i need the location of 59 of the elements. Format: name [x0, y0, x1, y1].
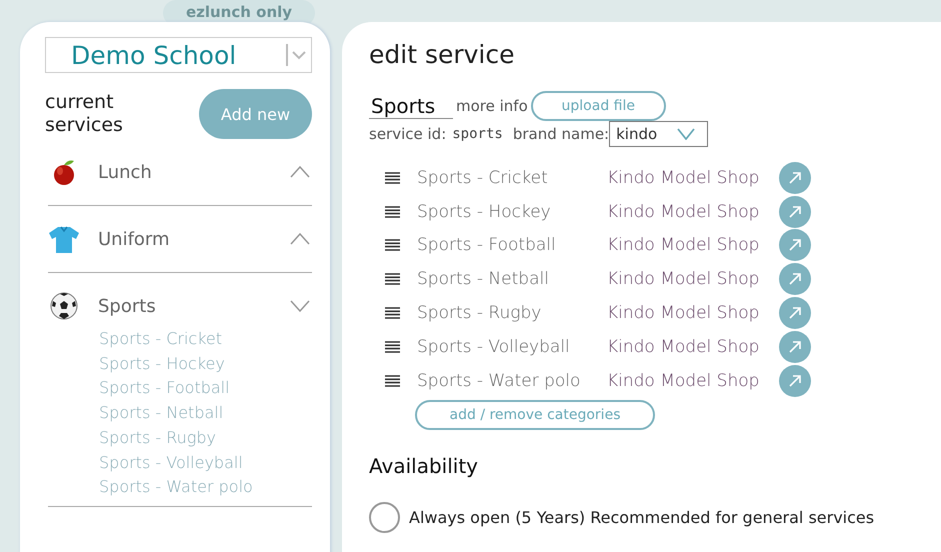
chevron-down-icon [677, 128, 696, 140]
category-link[interactable]: Sports - Water polo [99, 475, 312, 500]
category-name: Sports - Football [417, 235, 557, 256]
shop-name: Kindo Model Shop [607, 168, 760, 188]
brand-select[interactable]: kindo [609, 121, 708, 147]
service-name-field[interactable]: Sports [369, 94, 453, 118]
drag-handle-icon[interactable] [385, 340, 400, 353]
chevron-up-icon[interactable] [290, 233, 310, 245]
drag-handle-icon[interactable] [385, 273, 400, 286]
drag-handle-icon[interactable] [385, 172, 400, 184]
drag-handle-icon[interactable] [385, 206, 400, 218]
external-link-icon[interactable] [779, 196, 811, 228]
drag-handle-icon[interactable] [385, 239, 400, 252]
shop-name: Kindo Model Shop [607, 269, 760, 290]
service-label[interactable]: Uniform [98, 228, 290, 250]
page-title: edit service [369, 40, 516, 69]
external-link-icon[interactable] [779, 330, 811, 363]
shop-name: Kindo Model Shop [607, 370, 760, 391]
availability-heading: Availability [369, 454, 480, 478]
current-services-heading: current services [45, 91, 124, 137]
drag-handle-icon[interactable] [385, 307, 400, 320]
category-name: Sports - Hockey [417, 202, 552, 222]
external-link-icon[interactable] [779, 263, 811, 296]
shop-name: Kindo Model Shop [607, 202, 760, 222]
service-label[interactable]: Sports [98, 296, 290, 316]
brand-name-label: brand name: [512, 125, 610, 143]
category-name: Sports - Netball [417, 269, 550, 290]
category-link[interactable]: Sports - Cricket [99, 327, 312, 352]
shop-name: Kindo Model Shop [607, 336, 760, 357]
category-name: Sports - Rugby [417, 303, 542, 324]
category-link[interactable]: Sports - Volleyball [99, 450, 312, 476]
external-link-icon[interactable] [779, 162, 811, 194]
category-link[interactable]: Sports - Football [99, 376, 312, 402]
external-link-icon[interactable] [779, 364, 811, 397]
category-link[interactable]: Sports - Netball [99, 401, 312, 426]
category-name: Sports - Cricket [417, 168, 549, 188]
shop-name: Kindo Model Shop [607, 235, 760, 256]
more-info-label: more info [456, 97, 528, 115]
service-id-value: sports [452, 126, 503, 142]
shirt-icon [48, 225, 80, 253]
shop-name: Kindo Model Shop [607, 303, 760, 324]
soccer-ball-icon [48, 292, 80, 320]
add-remove-categories-button[interactable]: add / remove categories [415, 400, 655, 430]
category-name: Sports - Volleyball [417, 336, 571, 357]
category-name: Sports - Water polo [417, 370, 582, 391]
chevron-down-icon[interactable] [290, 300, 310, 312]
option-label: Always open (5 Years) Recommended for general services [409, 508, 874, 527]
drag-handle-icon[interactable] [385, 374, 400, 387]
service-label[interactable]: Lunch [98, 162, 290, 182]
upload-file-button[interactable]: upload file [530, 91, 666, 121]
external-link-icon[interactable] [779, 229, 811, 262]
radio-button[interactable] [369, 502, 400, 533]
chevron-up-icon[interactable] [290, 166, 310, 178]
category-link[interactable]: Sports - Rugby [99, 426, 312, 451]
add-new-button[interactable]: Add new [199, 89, 312, 139]
school-select[interactable]: Demo School [45, 37, 312, 73]
service-id-label: service id: [369, 125, 446, 143]
category-link[interactable]: Sports - Hockey [99, 352, 312, 376]
external-link-icon[interactable] [779, 297, 811, 330]
